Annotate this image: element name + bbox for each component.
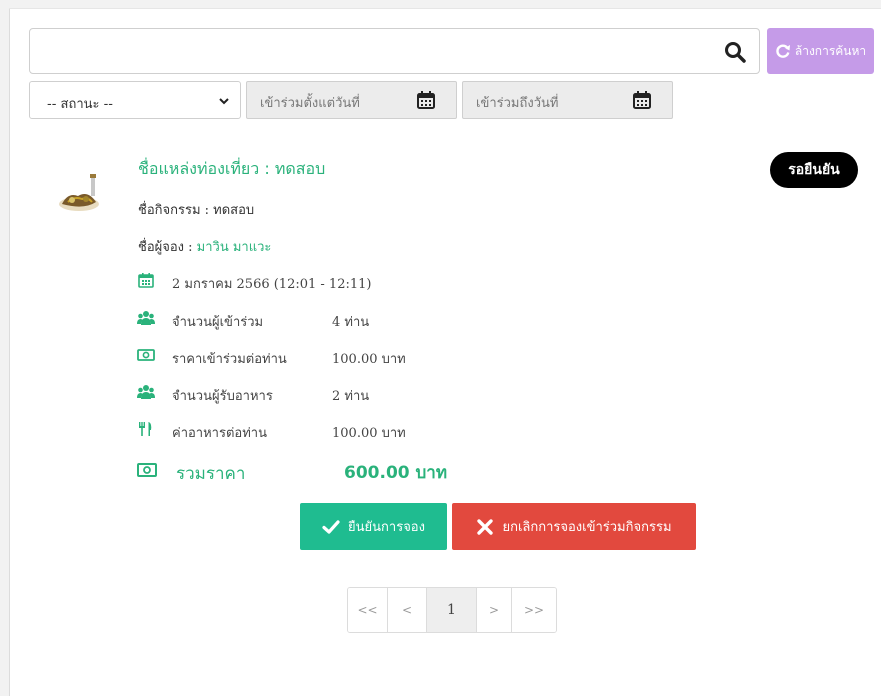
search-input[interactable]	[40, 37, 710, 65]
search-icon[interactable]	[723, 40, 747, 64]
calendar-icon[interactable]	[416, 90, 436, 110]
confirm-booking-label: ยืนยันการจอง	[348, 520, 425, 535]
users-icon	[137, 311, 155, 325]
detail-label: ค่าอาหารต่อท่าน	[172, 426, 267, 441]
pagination-prev[interactable]: <	[388, 588, 427, 632]
chevron-down-icon	[219, 98, 229, 105]
close-icon	[477, 518, 494, 535]
total-label: รวมราคา	[176, 464, 246, 484]
status-select[interactable]: -- สถานะ --	[29, 81, 241, 119]
total-value: 600.00 บาท	[344, 463, 448, 483]
frame-top	[0, 0, 881, 8]
clear-search-button[interactable]: ล้างการค้นหา	[767, 28, 874, 74]
detail-value: 100.00 บาท	[332, 352, 406, 367]
date-to-placeholder: เข้าร่วมถึงวันที่	[476, 96, 559, 111]
refresh-icon	[776, 44, 790, 58]
detail-label: ราคาเข้าร่วมต่อท่าน	[172, 352, 287, 367]
frame-divider	[9, 8, 881, 9]
calendar-icon	[138, 273, 154, 288]
date-from-placeholder: เข้าร่วมตั้งแต่วันที่	[260, 96, 360, 111]
place-title[interactable]: ชื่อแหล่งท่องเที่ยว : ทดสอบ	[138, 157, 325, 182]
clear-search-label: ล้างการค้นหา	[794, 43, 867, 58]
booking-date: 2 มกราคม 2566 (12:01 - 12:11)	[172, 277, 372, 292]
booker-name-link[interactable]: มาวิน มาแวะ	[197, 240, 272, 255]
check-icon	[322, 519, 340, 534]
detail-value: 100.00 บาท	[332, 426, 406, 441]
detail-label: จำนวนผู้เข้าร่วม	[172, 315, 264, 330]
pagination-first[interactable]: <<	[348, 588, 388, 632]
status-badge: รอยืนยัน	[770, 152, 858, 188]
money-icon	[137, 349, 155, 361]
search-box[interactable]	[29, 28, 760, 74]
money-icon	[137, 463, 157, 477]
utensils-icon	[139, 422, 152, 436]
place-thumbnail-image	[59, 174, 99, 211]
date-from-field[interactable]: เข้าร่วมตั้งแต่วันที่	[246, 81, 457, 119]
detail-label: จำนวนผู้รับอาหาร	[172, 389, 273, 404]
detail-value: 2 ท่าน	[332, 389, 370, 404]
pagination-current-page[interactable]: 1	[427, 588, 477, 632]
cancel-booking-label: ยกเลิกการจองเข้าร่วมกิจกรรม	[502, 520, 672, 535]
pagination-last[interactable]: >>	[512, 588, 556, 632]
pagination: << < 1 > >>	[347, 587, 557, 633]
pagination-next[interactable]: >	[477, 588, 512, 632]
status-select-value: -- สถานะ --	[47, 97, 114, 112]
detail-value: 4 ท่าน	[332, 315, 370, 330]
booker-label: ชื่อผู้จอง :	[138, 240, 197, 255]
date-to-field[interactable]: เข้าร่วมถึงวันที่	[462, 81, 673, 119]
activity-name: ชื่อกิจกรรม : ทดสอบ	[138, 203, 255, 218]
users-icon	[137, 385, 155, 399]
calendar-icon[interactable]	[632, 90, 652, 110]
confirm-booking-button[interactable]: ยืนยันการจอง	[300, 503, 447, 550]
booker-line: ชื่อผู้จอง : มาวิน มาแวะ	[138, 236, 271, 257]
cancel-booking-button[interactable]: ยกเลิกการจองเข้าร่วมกิจกรรม	[452, 503, 696, 550]
frame-divider	[9, 8, 10, 696]
